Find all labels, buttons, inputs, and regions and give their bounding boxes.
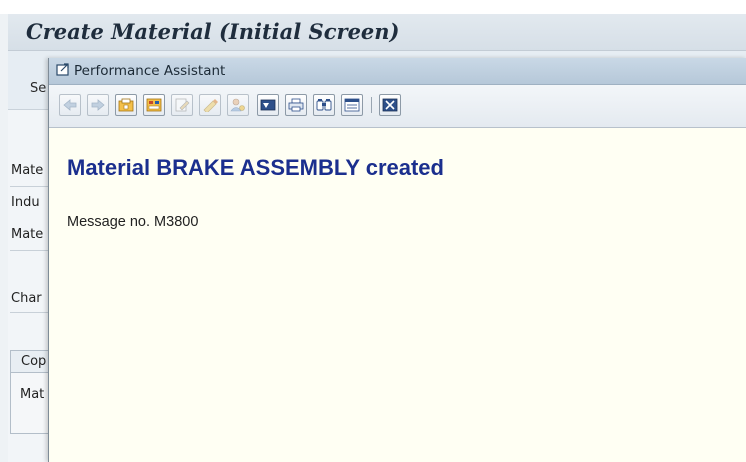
user-settings-icon	[230, 98, 245, 112]
application-help-icon	[146, 98, 162, 112]
field-label-industry: Indu	[11, 195, 40, 210]
screen-title: Create Material (Initial Screen)	[26, 19, 400, 44]
field-separator	[10, 186, 50, 187]
field-separator	[10, 312, 50, 313]
forward-arrow-icon	[91, 99, 105, 111]
edit-document-button[interactable]	[171, 94, 193, 116]
tab-copy-from[interactable]: Cop	[10, 350, 52, 374]
settings-button[interactable]	[341, 94, 363, 116]
print-icon	[288, 98, 304, 112]
user-settings-button[interactable]	[227, 94, 249, 116]
group-field-label: Mat	[20, 387, 45, 402]
screen-title-bar: Create Material (Initial Screen)	[8, 14, 746, 51]
application-help-button[interactable]	[143, 94, 165, 116]
find-icon	[316, 99, 332, 111]
display-button[interactable]	[257, 94, 279, 116]
toolbar-separator	[371, 97, 372, 113]
technical-info-icon	[118, 98, 134, 112]
popup-toolbar	[49, 85, 746, 129]
popup-title: Performance Assistant	[74, 63, 226, 79]
window-icon	[56, 63, 69, 76]
close-icon	[382, 98, 398, 112]
settings-icon	[344, 98, 360, 112]
highlight-pen-icon	[203, 99, 218, 112]
forward-button[interactable]	[87, 94, 109, 116]
message-headline: Material BRAKE ASSEMBLY created	[67, 155, 444, 180]
performance-assistant-window: Performance Assistant Material BRAKE ASS…	[48, 58, 746, 462]
highlight-pen-button[interactable]	[199, 94, 221, 116]
field-separator	[10, 250, 50, 251]
tab-label: Cop	[21, 354, 47, 369]
print-button[interactable]	[285, 94, 307, 116]
top-strip	[0, 0, 746, 14]
technical-info-button[interactable]	[115, 94, 137, 116]
find-button[interactable]	[313, 94, 335, 116]
back-arrow-icon	[63, 99, 77, 111]
back-button[interactable]	[59, 94, 81, 116]
message-number: Message no. M3800	[67, 214, 199, 230]
popup-title-bar[interactable]: Performance Assistant	[49, 58, 746, 85]
field-label-change-number: Char	[11, 291, 42, 306]
field-label-material-type: Mate	[11, 227, 44, 242]
toolbar-button-select[interactable]: Se	[30, 81, 46, 96]
message-area: Material BRAKE ASSEMBLY created Message …	[49, 128, 746, 462]
copy-from-group: Mat	[10, 372, 52, 434]
field-label-material: Mate	[11, 163, 44, 178]
close-button[interactable]	[379, 94, 401, 116]
display-icon	[260, 99, 276, 111]
edit-document-icon	[175, 98, 190, 112]
